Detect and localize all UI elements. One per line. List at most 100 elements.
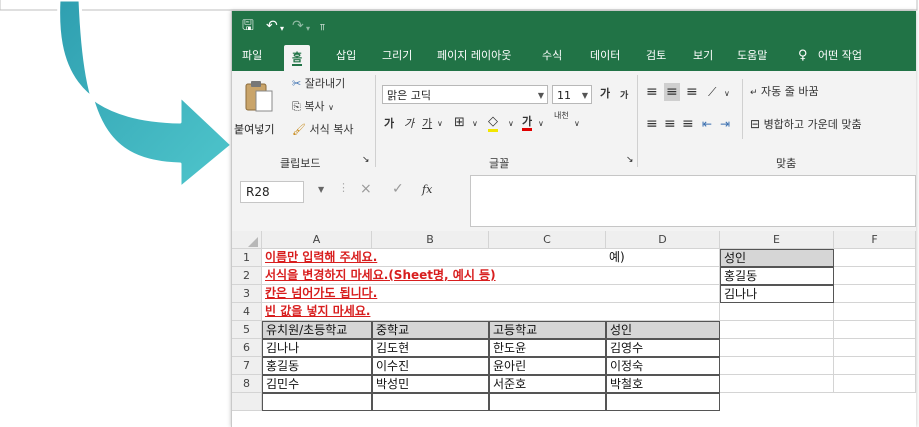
row-header[interactable]: 5 xyxy=(232,321,262,339)
phonetic-button[interactable]: 내천 xyxy=(554,111,570,121)
row-header[interactable]: 2 xyxy=(232,267,262,285)
empty-cell[interactable] xyxy=(720,321,834,339)
merge-center-button[interactable]: ⊟ 병합하고 가운데 맞춤 xyxy=(750,115,862,134)
copy-button[interactable]: ⎘ 복사 ∨ xyxy=(292,98,334,117)
font-size-select[interactable]: 11 ▼ xyxy=(552,85,592,104)
example-value-cell[interactable]: 홍길동 xyxy=(720,267,834,285)
lightbulb-icon[interactable]: ♀ xyxy=(798,41,808,71)
table-cell[interactable]: 윤아린 xyxy=(489,357,606,375)
column-header[interactable]: F xyxy=(834,231,916,249)
empty-cell[interactable] xyxy=(834,321,916,339)
table-cell[interactable]: 김나나 xyxy=(262,339,372,357)
dialog-launcher-icon[interactable]: ↘ xyxy=(626,155,634,165)
empty-cell[interactable] xyxy=(834,357,916,375)
table-cell-partial[interactable] xyxy=(372,393,489,411)
format-painter-button[interactable]: 🖌 서식 복사 xyxy=(292,121,353,139)
name-box[interactable]: R28 xyxy=(240,181,304,203)
note-cell[interactable]: 칸은 넘어가도 됩니다. xyxy=(262,285,606,303)
redo-icon[interactable]: ↷ xyxy=(292,18,304,34)
undo-dropdown-icon[interactable]: ▾ xyxy=(280,21,284,37)
table-cell[interactable]: 한도윤 xyxy=(489,339,606,357)
align-middle-icon[interactable]: ≡ xyxy=(664,83,680,101)
empty-cell[interactable] xyxy=(606,267,720,285)
empty-cell[interactable] xyxy=(834,267,916,285)
table-header-cell[interactable]: 중학교 xyxy=(372,321,489,339)
table-cell[interactable]: 이수진 xyxy=(372,357,489,375)
font-name-select[interactable]: 맑은 고딕 ▼ xyxy=(382,85,548,104)
table-cell[interactable]: 이정숙 xyxy=(606,357,720,375)
formula-input[interactable] xyxy=(470,175,916,227)
tab-view[interactable]: 보기 xyxy=(693,41,713,71)
empty-cell[interactable] xyxy=(834,285,916,303)
save-icon[interactable]: 🖫 xyxy=(242,18,254,34)
border-icon[interactable]: ⊞ xyxy=(454,114,465,132)
row-header-partial[interactable] xyxy=(232,393,262,411)
grow-font-button[interactable]: 가 xyxy=(600,85,610,103)
undo-icon[interactable]: ↶ xyxy=(266,18,278,34)
insert-function-button[interactable]: fx xyxy=(422,183,432,196)
table-cell-partial[interactable] xyxy=(606,393,720,411)
align-right-icon[interactable]: ≡ xyxy=(682,115,694,133)
column-header[interactable]: D xyxy=(606,231,720,249)
table-cell[interactable]: 박성민 xyxy=(372,375,489,393)
chevron-down-icon[interactable]: ∨ xyxy=(724,85,730,103)
row-header[interactable]: 8 xyxy=(232,375,262,393)
empty-cell[interactable] xyxy=(720,303,834,321)
chevron-down-icon[interactable]: ∨ xyxy=(472,115,478,133)
cut-button[interactable]: ✂ 잘라내기 xyxy=(292,75,345,93)
note-cell[interactable]: 서식을 변경하지 마세요.(Sheet명, 예시 등) xyxy=(262,267,606,285)
decrease-indent-icon[interactable]: ⇤ xyxy=(702,115,712,133)
example-label-cell[interactable]: 예) xyxy=(606,249,720,267)
align-center-icon[interactable]: ≡ xyxy=(664,115,676,133)
font-color-button[interactable]: 가 xyxy=(522,113,533,131)
table-header-cell[interactable]: 유치원/초등학교 xyxy=(262,321,372,339)
example-value-cell[interactable]: 김나나 xyxy=(720,285,834,303)
empty-cell[interactable] xyxy=(606,303,720,321)
empty-cell[interactable] xyxy=(834,249,916,267)
table-header-cell[interactable]: 성인 xyxy=(606,321,720,339)
empty-cell[interactable] xyxy=(834,339,916,357)
tell-me-search[interactable]: 어떤 작업 xyxy=(818,41,862,71)
fill-color-icon[interactable]: ◇ xyxy=(488,113,498,132)
italic-button[interactable]: 가 xyxy=(404,115,414,133)
empty-cell[interactable] xyxy=(720,357,834,375)
tab-draw[interactable]: 그리기 xyxy=(382,41,412,71)
row-header[interactable]: 3 xyxy=(232,285,262,303)
chevron-down-icon[interactable]: ▼ xyxy=(318,185,324,194)
column-header[interactable]: E xyxy=(720,231,834,249)
tab-help[interactable]: 도움말 xyxy=(737,41,767,71)
note-cell[interactable]: 빈 값을 넣지 마세요. xyxy=(262,303,606,321)
note-cell[interactable]: 이름만 입력해 주세요. xyxy=(262,249,606,267)
redo-dropdown-icon[interactable]: ▾ xyxy=(306,21,310,37)
align-top-icon[interactable]: ≡ xyxy=(646,83,658,101)
wrap-text-button[interactable]: ↵ 자동 줄 바꿈 xyxy=(750,83,819,102)
table-cell[interactable]: 김도현 xyxy=(372,339,489,357)
cancel-icon[interactable]: × xyxy=(360,181,372,197)
tab-data[interactable]: 데이터 xyxy=(590,41,620,71)
table-cell[interactable]: 서준호 xyxy=(489,375,606,393)
shrink-font-button[interactable]: 가 xyxy=(620,87,628,105)
increase-indent-icon[interactable]: ⇥ xyxy=(720,115,730,133)
table-cell[interactable]: 김영수 xyxy=(606,339,720,357)
empty-cell[interactable] xyxy=(720,339,834,357)
table-header-cell[interactable]: 고등학교 xyxy=(489,321,606,339)
table-cell[interactable]: 홍길동 xyxy=(262,357,372,375)
table-cell-partial[interactable] xyxy=(262,393,372,411)
paste-button[interactable]: 붙여넣기 xyxy=(234,77,284,151)
chevron-down-icon[interactable]: ∨ xyxy=(574,115,580,133)
tab-home[interactable]: 홈 xyxy=(284,45,311,71)
align-left-icon[interactable]: ≡ xyxy=(646,115,658,133)
chevron-down-icon[interactable]: ∨ xyxy=(508,115,514,133)
row-header[interactable]: 4 xyxy=(232,303,262,321)
row-header[interactable]: 1 xyxy=(232,249,262,267)
select-all-corner[interactable] xyxy=(232,231,262,249)
bold-button[interactable]: 가 xyxy=(384,115,394,133)
empty-cell[interactable] xyxy=(720,375,834,393)
tab-page-layout[interactable]: 페이지 레이아웃 xyxy=(437,41,511,71)
tab-file[interactable]: 파일 xyxy=(242,41,262,71)
row-header[interactable]: 6 xyxy=(232,339,262,357)
underline-button[interactable]: 가 xyxy=(422,115,432,133)
example-header-cell[interactable]: 성인 xyxy=(720,249,834,267)
column-header[interactable]: A xyxy=(262,231,372,249)
empty-cell[interactable] xyxy=(834,375,916,393)
